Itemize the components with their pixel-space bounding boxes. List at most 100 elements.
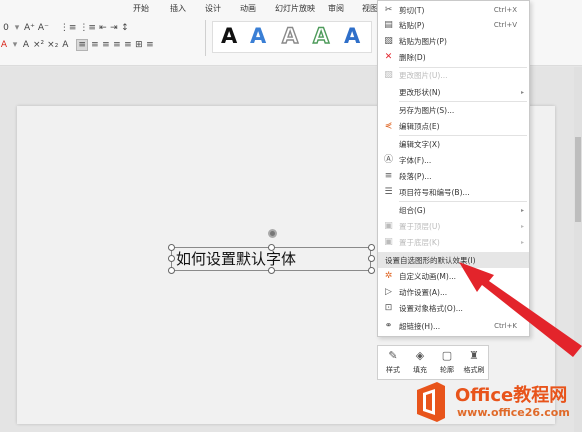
resize-handle-mr[interactable] <box>368 255 375 262</box>
menu-shortcut: Ctrl+K <box>494 322 517 330</box>
resize-handle-bc[interactable] <box>268 267 275 274</box>
tab-review[interactable]: 审阅 <box>328 3 344 14</box>
menu-item-action-settings[interactable]: ▷ 动作设置(A)... <box>378 284 529 300</box>
menu-label: 字体(F)... <box>399 155 432 165</box>
submenu-arrow-icon: ▸ <box>520 238 524 246</box>
menu-label: 编辑顶点(E) <box>399 121 440 131</box>
text-direction-icon[interactable]: ≡ <box>146 40 154 50</box>
numbering-icon[interactable]: ⋮≡ <box>79 23 96 33</box>
scrollbar-thumb[interactable] <box>575 137 581 222</box>
menu-item-edit-points[interactable]: ⋞ 编辑顶点(E) <box>378 118 529 134</box>
menu-item-change-shape[interactable]: 更改形状(N) ▸ <box>378 84 529 100</box>
paragraph-icon: ≡ <box>384 170 393 181</box>
menu-label: 设置对象格式(O)... <box>399 303 463 313</box>
watermark-url: www.office26.com <box>457 406 570 419</box>
increase-indent-icon[interactable]: ⇥ <box>110 23 118 33</box>
submenu-arrow-icon: ▸ <box>520 222 524 230</box>
rotate-handle[interactable] <box>268 229 277 238</box>
tab-insert[interactable]: 插入 <box>170 3 186 14</box>
wordart-style-gray-outline[interactable]: A <box>281 24 299 47</box>
menu-item-paste-as-picture[interactable]: ▧ 粘贴为图片(P) <box>378 33 529 49</box>
edit-points-icon: ⋞ <box>384 120 393 131</box>
justify-icon[interactable]: ≡ <box>113 40 121 50</box>
menu-label: 置于顶层(U) <box>399 221 441 231</box>
menu-label: 粘贴为图片(P) <box>399 36 447 46</box>
menu-item-group[interactable]: 组合(G) ▸ <box>378 202 529 218</box>
menu-label: 动作设置(A)... <box>399 287 448 297</box>
tab-animation[interactable]: 动画 <box>240 3 256 14</box>
resize-handle-tr[interactable] <box>368 244 375 251</box>
wordart-style-black[interactable]: A <box>221 25 237 47</box>
menu-item-edit-text[interactable]: 编辑文字(X) <box>378 136 529 152</box>
menu-item-paste[interactable]: ▤ 粘贴(P) Ctrl+V <box>378 17 529 33</box>
menu-item-format-object[interactable]: ⊡ 设置对象格式(O)... <box>378 300 529 316</box>
char-shading-icon[interactable]: A <box>22 40 30 50</box>
resize-handle-tc[interactable] <box>268 244 275 251</box>
menu-item-set-default-shape-effect[interactable]: 设置自选图形的默认效果(I) <box>378 252 529 268</box>
menu-label: 编辑文字(X) <box>399 139 440 149</box>
decrease-indent-icon[interactable]: ⇤ <box>99 23 107 33</box>
distribute-icon[interactable]: ≡ <box>124 40 132 50</box>
text-box-content[interactable]: 如何设置默认字体 <box>176 249 296 269</box>
context-menu: ✂ 剪切(T) Ctrl+X ▤ 粘贴(P) Ctrl+V ▧ 粘贴为图片(P)… <box>377 0 530 337</box>
wordart-style-green-outline[interactable]: A <box>312 24 330 47</box>
resize-handle-bl[interactable] <box>168 267 175 274</box>
menu-item-bullets-numbering[interactable]: ☰ 项目符号和编号(B)... <box>378 184 529 200</box>
menu-item-delete[interactable]: ✕ 删除(D) <box>378 49 529 65</box>
outline-icon: ▢ <box>441 349 453 362</box>
wordart-style-blue-2[interactable]: A <box>344 25 360 47</box>
outline-button[interactable]: ▢ 轮廓 <box>434 348 460 378</box>
menu-item-custom-animation[interactable]: ✲ 自定义动画(M)... <box>378 268 529 284</box>
tab-view[interactable]: 视图 <box>362 3 378 14</box>
superscript-icon[interactable]: ×² <box>33 40 44 50</box>
menu-label: 组合(G) <box>399 205 426 215</box>
align-right-icon[interactable]: ≡ <box>102 40 110 50</box>
font-toolbar-row-2: A ▾ A ×² ×₂ A ≡ ≡ ≡ ≡ ≡ ⊞ ≡ <box>0 39 154 51</box>
tab-home[interactable]: 开始 <box>133 3 149 14</box>
submenu-arrow-icon: ▸ <box>520 88 524 96</box>
align-center-icon[interactable]: ≡ <box>91 40 99 50</box>
tab-design[interactable]: 设计 <box>205 3 221 14</box>
line-spacing-icon[interactable]: ↕ <box>121 23 129 33</box>
fill-button[interactable]: ◈ 填充 <box>407 348 433 378</box>
font-size-box[interactable]: 0 <box>2 23 10 33</box>
resize-handle-br[interactable] <box>368 267 375 274</box>
menu-item-cut[interactable]: ✂ 剪切(T) Ctrl+X <box>378 2 529 18</box>
resize-handle-ml[interactable] <box>168 255 175 262</box>
menu-label: 置于底层(K) <box>399 237 440 247</box>
menu-item-save-as-picture[interactable]: 另存为图片(S)... <box>378 102 529 118</box>
menu-label: 超链接(H)... <box>399 321 441 331</box>
grow-font-icon[interactable]: A⁺ <box>24 23 35 33</box>
bullets-icon[interactable]: ⋮≡ <box>60 23 77 33</box>
style-brush-icon: ✎ <box>388 349 398 362</box>
menu-item-send-to-back: ▣ 置于底层(K) ▸ <box>378 234 529 250</box>
align-left-icon[interactable]: ≡ <box>76 39 88 51</box>
resize-handle-tl[interactable] <box>168 244 175 251</box>
menu-item-hyperlink[interactable]: ⚭ 超链接(H)... Ctrl+K <box>378 318 529 334</box>
tab-slideshow[interactable]: 幻灯片放映 <box>275 3 315 14</box>
menu-label: 剪切(T) <box>399 5 425 15</box>
fill-bucket-icon: ◈ <box>415 349 425 362</box>
subscript-icon[interactable]: ×₂ <box>47 40 58 50</box>
shrink-font-icon[interactable]: A⁻ <box>38 23 49 33</box>
clear-format-icon[interactable]: A <box>61 40 69 50</box>
scissors-icon: ✂ <box>384 4 393 15</box>
menu-label: 自定义动画(M)... <box>399 271 456 281</box>
delete-icon: ✕ <box>384 51 393 62</box>
style-button-label: 样式 <box>386 366 400 374</box>
font-toolbar-row-1: 0 ▾ A⁺ A⁻ ⋮≡ ⋮≡ ⇤ ⇥ ↕ <box>2 23 129 33</box>
columns-icon[interactable]: ⊞ <box>135 40 143 50</box>
menu-item-paragraph[interactable]: ≡ 段落(P)... <box>378 168 529 184</box>
watermark: Office教程网 www.office26.com <box>413 376 582 432</box>
action-settings-icon: ▷ <box>385 286 392 297</box>
wordart-style-blue[interactable]: A <box>250 25 266 47</box>
style-button[interactable]: ✎ 样式 <box>380 348 406 378</box>
send-back-icon: ▣ <box>384 236 393 247</box>
mini-toolbar: ✎ 样式 ◈ 填充 ▢ 轮廓 ♜ 格式刷 <box>377 345 489 380</box>
bring-front-icon: ▣ <box>384 220 393 231</box>
office-logo-icon <box>417 382 445 422</box>
menu-label: 粘贴(P) <box>399 20 425 30</box>
menu-item-font[interactable]: Ⓐ 字体(F)... <box>378 152 529 168</box>
format-painter-button[interactable]: ♜ 格式刷 <box>461 348 487 378</box>
font-color-icon[interactable]: A <box>0 40 8 50</box>
